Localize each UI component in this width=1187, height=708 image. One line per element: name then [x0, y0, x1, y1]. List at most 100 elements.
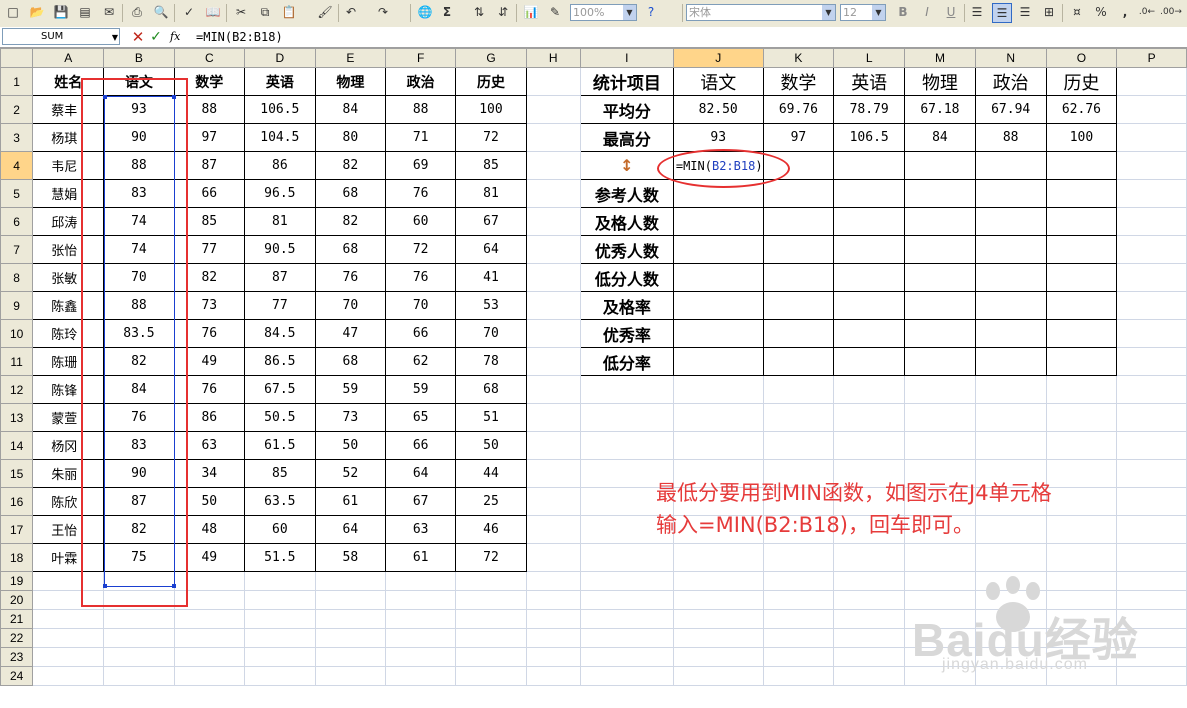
- cell-o11[interactable]: [1045, 347, 1118, 376]
- cell-j7[interactable]: [672, 235, 764, 264]
- row-header-18[interactable]: 18: [0, 543, 34, 572]
- cell-h13[interactable]: [525, 403, 581, 432]
- cell-i6[interactable]: 及格人数: [579, 207, 674, 236]
- cell-g9[interactable]: 53: [455, 291, 527, 320]
- cell-p6[interactable]: [1116, 207, 1187, 236]
- cell-b24[interactable]: [103, 666, 175, 686]
- paste-icon[interactable]: 📋: [280, 3, 298, 21]
- cell-d21[interactable]: [243, 609, 316, 629]
- cell-p3[interactable]: [1116, 123, 1187, 152]
- cell-m3[interactable]: 84: [904, 123, 976, 152]
- cell-l13[interactable]: [833, 403, 906, 432]
- cell-g22[interactable]: [455, 628, 527, 648]
- cell-h12[interactable]: [525, 375, 581, 404]
- cell-p10[interactable]: [1116, 319, 1187, 348]
- redo-icon[interactable]: ↷: [374, 3, 392, 21]
- cell-c11[interactable]: 49: [173, 347, 245, 376]
- cell-f16[interactable]: 67: [385, 487, 457, 516]
- cell-f1[interactable]: 政治: [385, 67, 457, 96]
- cell-n3[interactable]: 88: [974, 123, 1047, 152]
- cell-b23[interactable]: [103, 647, 175, 667]
- cell-h8[interactable]: [525, 263, 581, 292]
- row-header-24[interactable]: 24: [0, 666, 34, 686]
- cell-f7[interactable]: 72: [385, 235, 457, 264]
- cell-b7[interactable]: 74: [103, 235, 175, 264]
- cell-m2[interactable]: 67.18: [904, 95, 976, 124]
- cell-e13[interactable]: 73: [314, 403, 387, 432]
- cell-f11[interactable]: 62: [385, 347, 457, 376]
- cell-f5[interactable]: 76: [385, 179, 457, 208]
- cell-a1[interactable]: 姓名: [32, 67, 105, 96]
- font-name-select[interactable]: 宋体 ▼: [686, 4, 836, 21]
- cell-j9[interactable]: [672, 291, 764, 320]
- cell-k1[interactable]: 数学: [762, 67, 835, 96]
- currency-icon[interactable]: ¤: [1068, 3, 1086, 21]
- cell-d8[interactable]: 87: [243, 263, 316, 292]
- cell-h4[interactable]: [525, 151, 581, 180]
- cell-n8[interactable]: [974, 263, 1047, 292]
- cell-j19[interactable]: [672, 571, 764, 591]
- cell-h5[interactable]: [525, 179, 581, 208]
- cell-m24[interactable]: [904, 666, 976, 686]
- cell-j20[interactable]: [672, 590, 764, 610]
- cell-k20[interactable]: [762, 590, 835, 610]
- cell-m18[interactable]: [904, 543, 976, 572]
- cell-n14[interactable]: [974, 431, 1047, 460]
- cell-m6[interactable]: [904, 207, 976, 236]
- cell-b5[interactable]: 83: [103, 179, 175, 208]
- cell-i9[interactable]: 及格率: [579, 291, 674, 320]
- drawing-icon[interactable]: ✎: [546, 3, 564, 21]
- cell-e6[interactable]: 82: [314, 207, 387, 236]
- cell-d11[interactable]: 86.5: [243, 347, 316, 376]
- print-icon[interactable]: ⎙: [128, 3, 146, 21]
- cell-d13[interactable]: 50.5: [243, 403, 316, 432]
- column-header-h[interactable]: H: [525, 48, 581, 68]
- cell-e2[interactable]: 84: [314, 95, 387, 124]
- cell-g18[interactable]: 72: [455, 543, 527, 572]
- font-size-select[interactable]: 12 ▼: [840, 4, 886, 21]
- cell-k3[interactable]: 97: [762, 123, 835, 152]
- cell-i5[interactable]: 参考人数: [579, 179, 674, 208]
- cell-g8[interactable]: 41: [455, 263, 527, 292]
- formula-input[interactable]: =MIN(B2:B18): [196, 27, 283, 47]
- cell-h7[interactable]: [525, 235, 581, 264]
- cell-d18[interactable]: 51.5: [243, 543, 316, 572]
- cell-a6[interactable]: 邱涛: [32, 207, 105, 236]
- cut-icon[interactable]: ✂: [232, 3, 250, 21]
- cell-m5[interactable]: [904, 179, 976, 208]
- insert-function-button[interactable]: fx: [170, 29, 184, 45]
- cell-i18[interactable]: [579, 543, 674, 572]
- cell-a13[interactable]: 蒙萱: [32, 403, 105, 432]
- cell-f14[interactable]: 66: [385, 431, 457, 460]
- cell-g16[interactable]: 25: [455, 487, 527, 516]
- cell-c4[interactable]: 87: [173, 151, 245, 180]
- row-header-10[interactable]: 10: [0, 319, 34, 348]
- cell-i21[interactable]: [579, 609, 674, 629]
- cell-e23[interactable]: [314, 647, 387, 667]
- cell-e19[interactable]: [314, 571, 387, 591]
- cell-f22[interactable]: [385, 628, 457, 648]
- cell-l14[interactable]: [833, 431, 906, 460]
- cell-e11[interactable]: 68: [314, 347, 387, 376]
- column-header-o[interactable]: O: [1045, 48, 1118, 68]
- cell-l2[interactable]: 78.79: [833, 95, 906, 124]
- cell-i8[interactable]: 低分人数: [579, 263, 674, 292]
- cell-f13[interactable]: 65: [385, 403, 457, 432]
- cell-j6[interactable]: [672, 207, 764, 236]
- row-header-16[interactable]: 16: [0, 487, 34, 516]
- cell-f8[interactable]: 76: [385, 263, 457, 292]
- cell-a20[interactable]: [32, 590, 105, 610]
- cell-e10[interactable]: 47: [314, 319, 387, 348]
- cell-n12[interactable]: [974, 375, 1047, 404]
- bold-button[interactable]: B: [894, 3, 912, 21]
- cell-j1[interactable]: 语文: [672, 67, 764, 96]
- cell-c6[interactable]: 85: [173, 207, 245, 236]
- cell-m14[interactable]: [904, 431, 976, 460]
- cell-c14[interactable]: 63: [173, 431, 245, 460]
- column-header-a[interactable]: A: [32, 48, 105, 68]
- cell-g7[interactable]: 64: [455, 235, 527, 264]
- increase-decimal-icon[interactable]: .0←: [1138, 3, 1156, 21]
- cell-d1[interactable]: 英语: [243, 67, 316, 96]
- cell-i4[interactable]: ↕: [579, 151, 674, 180]
- cell-k23[interactable]: [762, 647, 835, 667]
